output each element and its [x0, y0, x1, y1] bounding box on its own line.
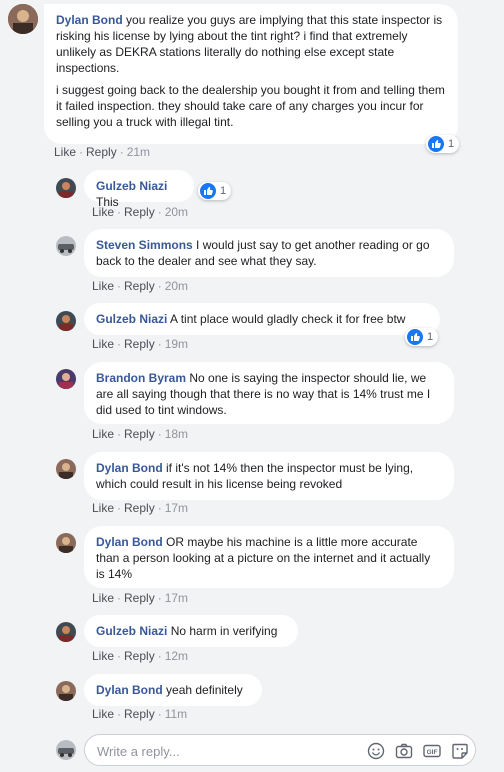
avatar-photo	[56, 236, 76, 256]
comment-bubble: Steven Simmons I would just say to get a…	[84, 229, 454, 277]
avatar-photo	[56, 533, 76, 553]
avatar-photo	[56, 459, 76, 479]
gif-icon[interactable]: GIF	[423, 742, 441, 760]
reply-link[interactable]: Reply	[124, 279, 155, 293]
reply-input[interactable]	[95, 741, 349, 761]
reaction-count[interactable]: 1	[426, 135, 460, 153]
commenter-name[interactable]: Gulzeb Niazi	[96, 179, 167, 193]
timestamp[interactable]: 17m	[165, 501, 188, 515]
camera-icon[interactable]	[395, 742, 413, 760]
comment-text: yeah definitely	[166, 683, 243, 697]
thumbs-up-icon	[428, 136, 444, 152]
timestamp[interactable]: 12m	[165, 649, 188, 663]
current-user-avatar[interactable]	[56, 740, 76, 760]
timestamp[interactable]: 19m	[165, 337, 188, 351]
avatar[interactable]	[56, 459, 76, 479]
avatar-photo	[56, 681, 76, 701]
commenter-name[interactable]: Gulzeb Niazi	[96, 624, 167, 638]
avatar-photo	[56, 740, 76, 760]
like-link[interactable]: Like	[92, 427, 114, 441]
svg-text:GIF: GIF	[427, 749, 438, 756]
avatar-photo	[56, 311, 76, 331]
avatar-photo	[56, 178, 76, 198]
commenter-name[interactable]: Dylan Bond	[96, 683, 163, 697]
avatar-photo	[56, 622, 76, 642]
avatar-photo	[56, 369, 76, 389]
commenter-name[interactable]: Gulzeb Niazi	[96, 312, 167, 326]
comment-bubble: Gulzeb Niazi A tint place would gladly c…	[84, 303, 440, 335]
comment-actions: Like · Reply · 20m	[92, 279, 189, 293]
reaction-count[interactable]: 1	[198, 182, 232, 200]
like-link[interactable]: Like	[92, 279, 114, 293]
comment-actions: Like · Reply · 11m	[92, 707, 188, 721]
reply-link[interactable]: Reply	[124, 591, 155, 605]
comment-actions: Like · Reply · 17m	[92, 501, 189, 515]
comment-text: i suggest going back to the dealership y…	[56, 83, 445, 129]
commenter-name[interactable]: Dylan Bond	[96, 461, 163, 475]
comment-bubble: Dylan Bond you realize you guys are impl…	[44, 4, 458, 144]
like-link[interactable]: Like	[92, 337, 114, 351]
avatar[interactable]	[56, 681, 76, 701]
timestamp[interactable]: 21m	[127, 145, 150, 159]
like-link[interactable]: Like	[54, 145, 76, 159]
like-link[interactable]: Like	[92, 707, 114, 721]
avatar[interactable]	[8, 4, 38, 34]
comment-actions: Like · Reply · 18m	[92, 427, 189, 441]
avatar[interactable]	[56, 236, 76, 256]
reply-link[interactable]: Reply	[86, 145, 117, 159]
thumbs-up-icon	[407, 329, 423, 345]
comment-actions: Like · Reply · 17m	[92, 591, 189, 605]
reply-link[interactable]: Reply	[124, 337, 155, 351]
comment-actions: Like · Reply · 21m	[54, 145, 151, 159]
comment-actions: Like · Reply · 20m	[92, 205, 189, 219]
comment-bubble: Gulzeb Niazi This	[84, 170, 194, 209]
comment-bubble: Brandon Byram No one is saying the inspe…	[84, 362, 454, 424]
reply-composer[interactable]: GIF	[84, 734, 476, 766]
sticker-icon[interactable]	[451, 742, 469, 760]
timestamp[interactable]: 17m	[165, 591, 188, 605]
comment-actions: Like · Reply · 19m	[92, 337, 189, 351]
comment-bubble: Gulzeb Niazi No harm in verifying	[84, 615, 298, 647]
like-link[interactable]: Like	[92, 501, 114, 515]
comment-bubble: Dylan Bond if it's not 14% then the insp…	[84, 452, 454, 500]
like-link[interactable]: Like	[92, 205, 114, 219]
avatar[interactable]	[56, 311, 76, 331]
reply-link[interactable]: Reply	[124, 205, 155, 219]
timestamp[interactable]: 18m	[165, 427, 188, 441]
comment-bubble: Dylan Bond yeah definitely	[84, 674, 262, 706]
reply-link[interactable]: Reply	[124, 427, 155, 441]
like-link[interactable]: Like	[92, 649, 114, 663]
comment-text: No harm in verifying	[170, 624, 278, 638]
reply-link[interactable]: Reply	[124, 707, 155, 721]
reply-link[interactable]: Reply	[124, 501, 155, 515]
comment-text: A tint place would gladly check it for f…	[170, 312, 406, 326]
like-link[interactable]: Like	[92, 591, 114, 605]
timestamp[interactable]: 11m	[165, 707, 187, 721]
reply-link[interactable]: Reply	[124, 649, 155, 663]
commenter-name[interactable]: Dylan Bond	[56, 13, 123, 27]
emoji-icon[interactable]	[367, 742, 385, 760]
avatar[interactable]	[56, 178, 76, 198]
timestamp[interactable]: 20m	[165, 205, 188, 219]
timestamp[interactable]: 20m	[165, 279, 188, 293]
avatar[interactable]	[56, 622, 76, 642]
commenter-name[interactable]: Steven Simmons	[96, 238, 193, 252]
avatar[interactable]	[56, 533, 76, 553]
avatar-photo	[8, 4, 38, 34]
comment-bubble: Dylan Bond OR maybe his machine is a lit…	[84, 526, 454, 588]
reaction-count[interactable]: 1	[405, 328, 439, 346]
thumbs-up-icon	[200, 183, 216, 199]
avatar[interactable]	[56, 369, 76, 389]
comment-actions: Like · Reply · 12m	[92, 649, 189, 663]
commenter-name[interactable]: Dylan Bond	[96, 535, 163, 549]
commenter-name[interactable]: Brandon Byram	[96, 371, 186, 385]
